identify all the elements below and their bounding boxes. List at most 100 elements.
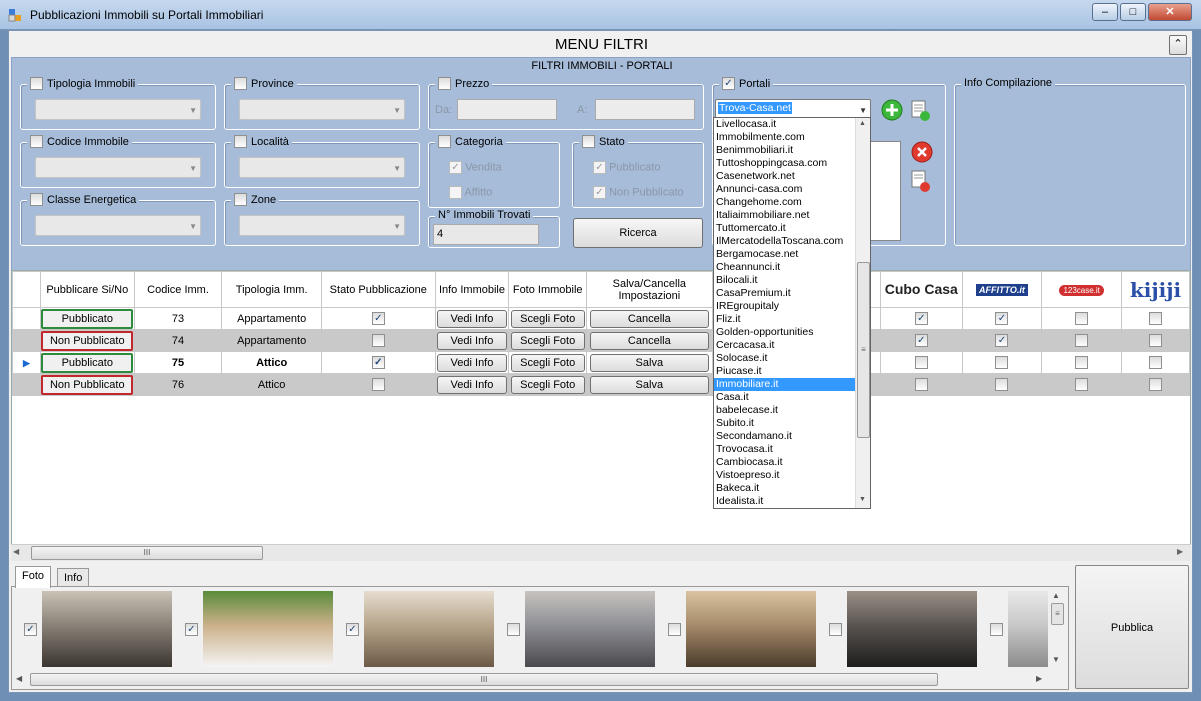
property-photo[interactable] <box>42 591 172 667</box>
salva-cancella-button[interactable]: Salva <box>589 353 710 372</box>
dropdown-item[interactable]: Bergamocase.net <box>714 248 870 261</box>
portal-checkbox[interactable] <box>1075 334 1089 347</box>
dropdown-item[interactable]: Tuttoshoppingcasa.com <box>714 157 870 170</box>
dropdown-item[interactable]: IREgroupitaly <box>714 300 870 313</box>
col-stato[interactable]: Stato Pubblicazione <box>321 271 436 308</box>
col-affitto[interactable]: AFFITTO.it <box>961 271 1043 308</box>
dropdown-item[interactable]: Piucase.it <box>714 365 870 378</box>
scroll-up-icon[interactable]: ▲ <box>1052 591 1060 600</box>
maximize-button[interactable]: □ <box>1120 3 1146 21</box>
photo-scroll-thumb[interactable]: ≡ <box>1051 603 1064 625</box>
publish-toggle-button[interactable]: Non Pubblicato <box>41 374 134 395</box>
portali-dropdown-list[interactable]: Livellocasa.it Immobilmente.com Benimmobil… <box>713 117 871 509</box>
stato-checkbox[interactable]: ✓ <box>371 356 385 369</box>
tab-info[interactable]: Info <box>57 568 90 586</box>
scroll-up-icon[interactable]: ▲ <box>859 120 866 127</box>
add-document-icon[interactable] <box>909 99 931 121</box>
col-tipologia[interactable]: Tipologia Imm. <box>221 271 322 308</box>
portal-checkbox[interactable]: ✓ <box>995 312 1009 325</box>
portal-checkbox[interactable] <box>1075 356 1089 369</box>
dropdown-item[interactable]: Cheannunci.it <box>714 261 870 274</box>
dropdown-item[interactable]: Immobiliare.it <box>714 378 870 391</box>
col-salva[interactable]: Salva/Cancella Impostazioni <box>586 271 713 308</box>
prezzo-a-input[interactable] <box>595 99 695 120</box>
dropdown-item[interactable]: Bakeca.it <box>714 482 870 495</box>
ricerca-button[interactable]: Ricerca <box>573 218 703 248</box>
property-photo[interactable] <box>1008 591 1048 667</box>
portal-checkbox[interactable]: ✓ <box>914 334 928 347</box>
property-photo[interactable] <box>203 591 333 667</box>
stato-checkbox[interactable] <box>371 334 385 347</box>
dropdown-item[interactable]: Subito.it <box>714 417 870 430</box>
photo-checkbox[interactable] <box>668 623 681 636</box>
zone-checkbox[interactable] <box>234 193 247 206</box>
tab-foto[interactable]: Foto <box>15 566 52 588</box>
row-header[interactable] <box>12 373 41 396</box>
table-row[interactable]: ▶ Pubblicato 75 Attico ✓ Vedi Info Scegli Foto… <box>12 351 1190 374</box>
vedi-info-button[interactable]: Vedi Info <box>437 375 507 394</box>
col-cubocasa[interactable]: Cubo Casa <box>879 271 963 308</box>
scegli-foto-button[interactable]: Scegli Foto <box>510 331 585 350</box>
vendita-checkbox[interactable]: ✓ <box>449 161 462 174</box>
dropdown-item[interactable]: Tuttomercato.it <box>714 222 870 235</box>
non-pubblicato-checkbox[interactable]: ✓ <box>593 186 606 199</box>
photo-hscroll-thumb[interactable]: III <box>30 673 938 686</box>
province-combo[interactable]: ▼ <box>239 99 405 120</box>
dropdown-item[interactable]: Trovocasa.it <box>714 443 870 456</box>
prezzo-checkbox[interactable] <box>438 77 451 90</box>
portal-checkbox[interactable] <box>1149 312 1162 325</box>
affitto-checkbox[interactable] <box>449 186 462 199</box>
codice-checkbox[interactable] <box>30 135 43 148</box>
dropdown-item[interactable]: Fliz.it <box>714 313 870 326</box>
vedi-info-button[interactable]: Vedi Info <box>437 309 507 328</box>
scegli-foto-button[interactable]: Scegli Foto <box>510 375 585 394</box>
dropdown-item[interactable]: CasaPremium.it <box>714 287 870 300</box>
tipologia-checkbox[interactable] <box>30 77 43 90</box>
dropdown-item[interactable]: Cercacasa.it <box>714 339 870 352</box>
scroll-thumb[interactable]: III <box>31 546 263 560</box>
dropdown-item[interactable]: Changehome.com <box>714 196 870 209</box>
row-header[interactable] <box>12 307 41 330</box>
collapse-button[interactable]: ⌃ <box>1169 35 1187 55</box>
photo-scroll-left-icon[interactable]: ◀ <box>16 674 22 683</box>
photo-checkbox[interactable] <box>507 623 520 636</box>
classe-checkbox[interactable] <box>30 193 43 206</box>
province-checkbox[interactable] <box>234 77 247 90</box>
portal-checkbox[interactable] <box>1075 378 1089 391</box>
portal-checkbox[interactable] <box>914 378 928 391</box>
photo-horizontal-scrollbar[interactable]: ◀ III ▶ <box>14 672 1048 688</box>
portal-checkbox[interactable]: ✓ <box>914 312 928 325</box>
prezzo-da-input[interactable] <box>457 99 557 120</box>
localita-combo[interactable]: ▼ <box>239 157 405 178</box>
dropdown-item[interactable]: Bilocali.it <box>714 274 870 287</box>
stato-checkbox[interactable] <box>371 378 385 391</box>
portal-checkbox[interactable] <box>914 356 928 369</box>
col-info[interactable]: Info Immobile <box>434 271 510 308</box>
photo-vertical-scrollbar[interactable]: ▲ ≡ ▼ <box>1050 589 1066 669</box>
col-kijiji[interactable]: kijiji <box>1121 271 1190 308</box>
dropdown-scrollbar[interactable]: ▲ ≡ ▼ <box>855 118 870 508</box>
localita-checkbox[interactable] <box>234 135 247 148</box>
row-header[interactable] <box>12 329 41 352</box>
dropdown-scroll-thumb[interactable]: ≡ <box>857 262 870 438</box>
dropdown-item[interactable]: babelecase.it <box>714 404 870 417</box>
publish-toggle-button[interactable]: Non Pubblicato <box>41 330 134 351</box>
dropdown-item[interactable]: Italiaimmobiliare.net <box>714 209 870 222</box>
photo-checkbox[interactable]: ✓ <box>346 623 359 636</box>
portal-checkbox[interactable] <box>995 378 1009 391</box>
table-row[interactable]: Pubblicato 73 Appartamento ✓ Vedi Info Scegli… <box>12 307 1190 330</box>
publish-toggle-button[interactable]: Pubblicato <box>41 352 134 373</box>
dropdown-item[interactable]: IlMercatodellaToscana.com <box>714 235 870 248</box>
portal-checkbox[interactable] <box>1149 356 1162 369</box>
photo-checkbox[interactable] <box>990 623 1003 636</box>
portali-checkbox[interactable]: ✓ <box>722 77 735 90</box>
scegli-foto-button[interactable]: Scegli Foto <box>510 353 585 372</box>
col-pubblicare[interactable]: Pubblicare Si/No <box>39 271 135 308</box>
grid-horizontal-scrollbar[interactable]: ◀ III ▶ <box>11 544 1191 561</box>
property-photo[interactable] <box>686 591 816 667</box>
close-button[interactable]: ✕ <box>1148 3 1192 21</box>
dropdown-item[interactable]: Golden-opportunities <box>714 326 870 339</box>
dropdown-item[interactable]: Benimmobiliari.it <box>714 144 870 157</box>
scegli-foto-button[interactable]: Scegli Foto <box>510 309 585 328</box>
scroll-right-icon[interactable]: ▶ <box>1177 547 1183 556</box>
